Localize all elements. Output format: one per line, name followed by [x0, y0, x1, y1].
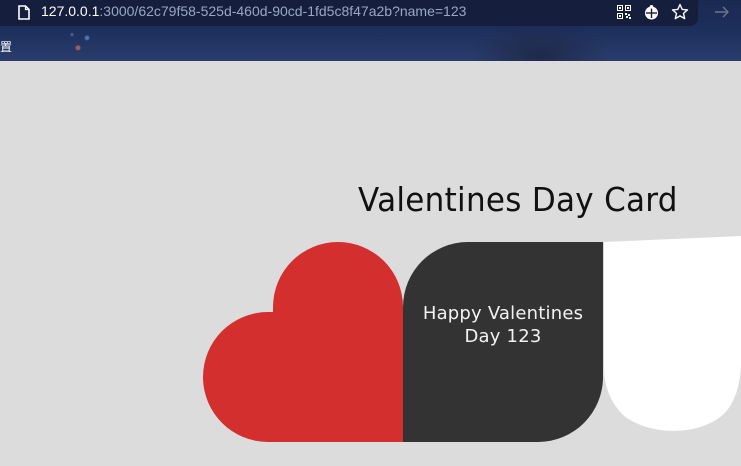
- card-flap: [604, 236, 741, 431]
- url-text[interactable]: 127.0.0.1:3000/62c79f58-525d-460d-90cd-1…: [41, 3, 466, 19]
- extension-bug-icon[interactable]: [643, 4, 660, 21]
- browser-chrome: ⟩ 127.0.0.1:3000/62c79f58-525d-460d-90cd…: [0, 0, 741, 61]
- heart-lobe-left: [203, 312, 403, 442]
- forward-arrow-icon[interactable]: [714, 5, 730, 19]
- url-path: :3000/62c79f58-525d-460d-90cd-1fd5c8f47a…: [99, 3, 467, 19]
- card-message-line-1: Happy Valentines: [422, 303, 584, 324]
- card-message: Happy Valentines Day 123: [403, 302, 603, 348]
- card-message-line-2: Day 123: [464, 326, 542, 347]
- back-fragment-icon: ⟩: [0, 3, 1, 18]
- qr-code-icon[interactable]: [617, 5, 631, 19]
- bookmark-star-icon[interactable]: [671, 3, 689, 21]
- wallpaper-decoration: [60, 28, 120, 61]
- card-message-panel: Happy Valentines Day 123: [403, 242, 603, 442]
- heart-shape: [203, 242, 403, 442]
- page-icon: [18, 5, 30, 20]
- wallpaper-figure: [470, 20, 610, 61]
- address-bar[interactable]: ⟩ 127.0.0.1:3000/62c79f58-525d-460d-90cd…: [0, 0, 698, 26]
- card-title: Valentines Day Card: [358, 180, 678, 219]
- bookmark-bar-label[interactable]: 置: [0, 38, 12, 55]
- url-host: 127.0.0.1: [41, 3, 100, 19]
